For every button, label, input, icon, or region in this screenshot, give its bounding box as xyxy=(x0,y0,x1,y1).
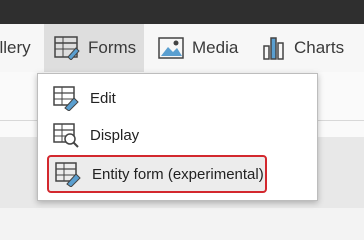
form-edit-icon xyxy=(52,85,82,112)
menu-item-label: Edit xyxy=(90,89,116,107)
ribbon-tab-label: Charts xyxy=(294,38,345,57)
menu-item-edit[interactable]: Edit xyxy=(38,80,317,116)
menu-item-label: Display xyxy=(90,126,140,144)
top-bar xyxy=(0,0,364,24)
form-grid-icon xyxy=(54,36,80,61)
ribbon-tab-label: Forms xyxy=(88,38,137,57)
menu-item-entity-form[interactable]: Entity form (experimental) xyxy=(47,155,267,193)
menu-item-label: Entity form (experimental) xyxy=(92,165,264,183)
form-entity-icon xyxy=(54,161,84,188)
ribbon-tab-label: allery xyxy=(0,38,31,57)
ribbon-tab-charts[interactable]: Charts xyxy=(262,24,344,72)
ribbon-tab-gallery[interactable]: allery xyxy=(0,24,31,72)
ribbon-tab-media[interactable]: Media xyxy=(158,24,238,72)
image-icon xyxy=(158,37,184,59)
menu-item-display[interactable]: Display xyxy=(38,117,317,153)
bar-chart-icon xyxy=(262,36,286,60)
ribbon-tab-forms[interactable]: Forms xyxy=(44,24,144,72)
ribbon-tab-label: Media xyxy=(192,38,239,57)
forms-dropdown-menu: Edit Display Entity form (experimental) xyxy=(37,73,318,201)
form-display-icon xyxy=(52,122,82,148)
